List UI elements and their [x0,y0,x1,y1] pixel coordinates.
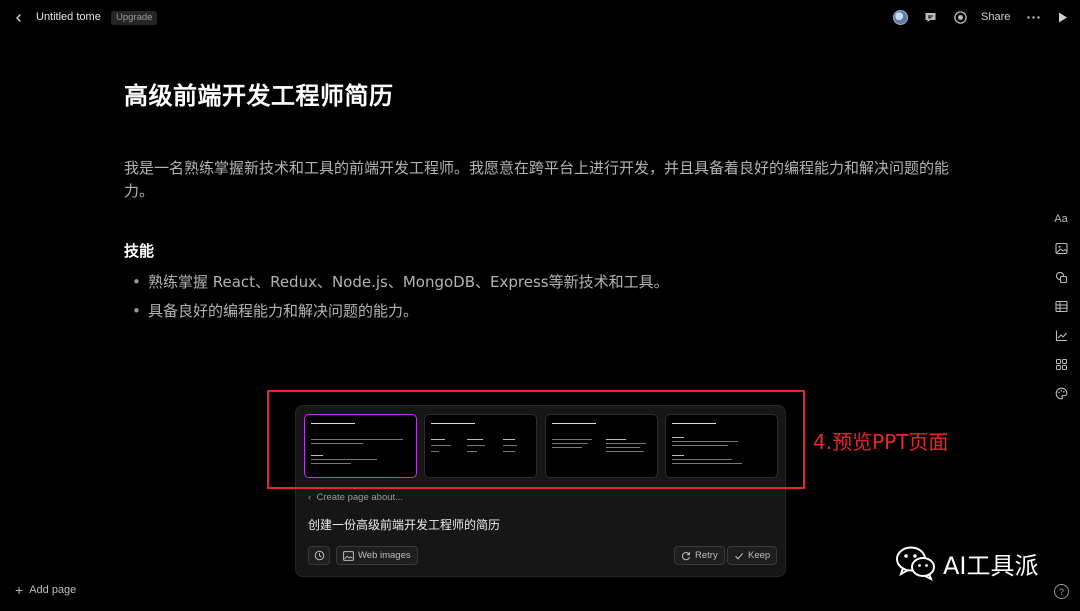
upgrade-badge[interactable]: Upgrade [111,11,158,25]
apps-tool[interactable] [1052,355,1070,373]
help-button[interactable]: ? [1054,584,1069,599]
top-bar: Untitled tome Upgrade Share [0,0,1080,36]
record-button[interactable] [952,9,969,26]
more-button[interactable] [1025,9,1042,26]
chart-icon [1055,330,1067,341]
back-button[interactable] [10,9,28,27]
create-page-label: Create page about... [316,492,404,503]
refresh-icon [681,551,690,560]
list-item[interactable]: 熟练掌握 React、Redux、Node.js、MongoDB、Express… [124,268,669,297]
document-title[interactable]: Untitled tome [36,11,101,23]
web-images-button[interactable]: Web images [336,546,418,565]
plus-icon: + [15,581,24,598]
shapes-tool[interactable] [1052,268,1070,286]
image-icon [1054,242,1068,254]
retry-label: Retry [695,550,718,561]
table-tool[interactable] [1052,297,1070,315]
comment-button[interactable] [922,9,939,26]
table-icon [1054,300,1068,312]
record-icon [954,11,967,24]
avatar[interactable] [893,10,908,25]
share-button[interactable]: Share [981,11,1010,23]
wechat-icon [896,546,935,581]
check-icon [735,552,744,560]
more-icon [1027,16,1040,19]
add-page-button[interactable]: + Add page [15,581,77,598]
keep-label: Keep [748,550,771,561]
list-item[interactable]: 具备良好的编程能力和解决问题的能力。 [124,297,669,326]
tome-editor: Untitled tome Upgrade Share 高级前端开发工程师简历 … [0,0,1080,611]
chart-tool[interactable] [1052,326,1070,344]
chevron-left-icon [16,14,21,22]
intro-paragraph[interactable]: 我是一名熟练掌握新技术和工具的前端开发工程师。我愿意在跨平台上进行开发，并且具备… [124,157,954,203]
skills-list: 熟练掌握 React、Redux、Node.js、MongoDB、Express… [124,268,669,326]
create-page-back[interactable]: ‹ Create page about... [308,492,403,503]
text-tool[interactable]: Aa [1052,210,1070,228]
clock-icon [314,550,324,561]
palette-icon [1055,387,1067,399]
play-icon [1059,12,1067,23]
theme-tool[interactable] [1052,384,1070,402]
comment-icon [925,13,936,23]
shapes-icon [1055,271,1067,283]
web-images-label: Web images [358,550,411,561]
keep-button[interactable]: Keep [727,546,778,565]
present-button[interactable] [1054,9,1071,26]
annotation-highlight-box [267,390,805,489]
page-title[interactable]: 高级前端开发工程师简历 [124,76,394,111]
watermark-text: AI工具派 [943,551,1039,580]
image-icon [343,550,354,561]
watermark: AI工具派 [895,545,1039,581]
skills-heading[interactable]: 技能 [124,240,154,261]
text-icon: Aa [1054,213,1068,225]
annotation-label: 4.预览PPT页面 [813,430,949,454]
add-page-label: Add page [29,584,77,596]
apps-icon [1055,358,1067,370]
history-button[interactable] [308,546,330,565]
image-tool[interactable] [1052,239,1070,257]
retry-button[interactable]: Retry [674,546,725,565]
help-icon: ? [1058,586,1064,597]
prompt-input[interactable]: 创建一份高级前端开发工程师的简历 [308,516,500,533]
